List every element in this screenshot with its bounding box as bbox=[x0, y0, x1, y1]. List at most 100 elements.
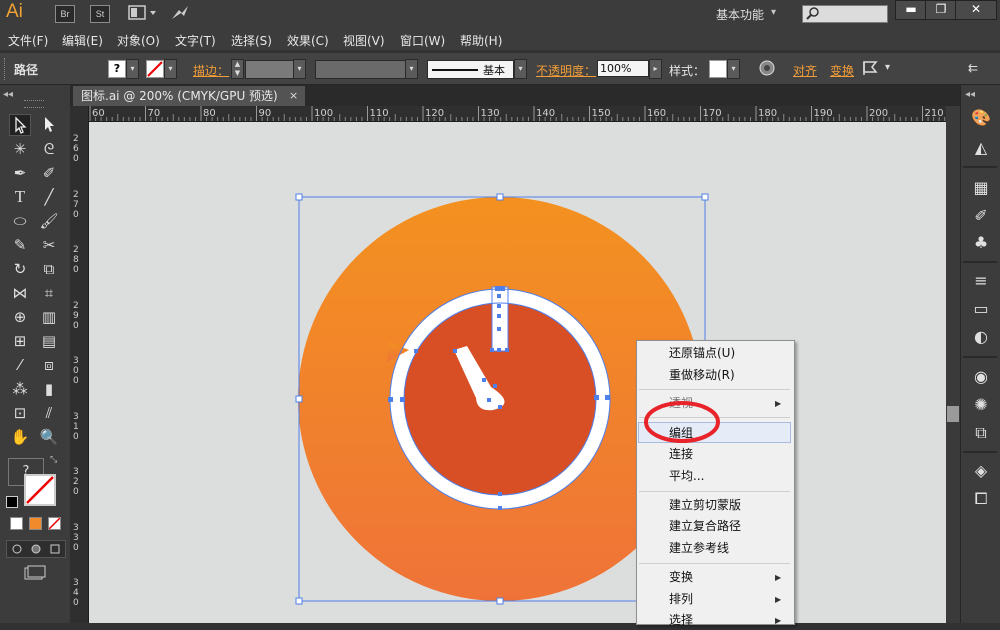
pencil-tool-icon[interactable]: ✎ bbox=[9, 234, 31, 256]
scrollbar-thumb[interactable] bbox=[947, 406, 959, 422]
color-panel-icon[interactable]: 🎨 bbox=[970, 107, 992, 129]
zoom-tool-icon[interactable]: 🔍 bbox=[38, 426, 60, 448]
stroke-weight-link[interactable]: 描边： bbox=[193, 62, 229, 79]
stroke-swatch[interactable] bbox=[146, 60, 164, 78]
vertical-scrollbar[interactable] bbox=[946, 106, 960, 623]
chevron-down-icon[interactable]: ▾ bbox=[771, 7, 776, 18]
graphic-style-swatch[interactable] bbox=[709, 60, 727, 78]
eyedropper-tool-icon[interactable]: ⁄ bbox=[9, 354, 31, 376]
transform-link[interactable]: 变换 bbox=[830, 62, 854, 79]
context-menu-item-average[interactable]: 平均... bbox=[669, 466, 704, 486]
context-menu-item-arrange[interactable]: 排列 bbox=[669, 589, 693, 609]
close-button[interactable]: ✕ bbox=[955, 0, 997, 20]
opacity-input[interactable]: 100% bbox=[597, 60, 649, 77]
slice-tool-icon[interactable]: ⫽ bbox=[38, 402, 60, 424]
minimize-button[interactable]: ▬ bbox=[895, 0, 927, 20]
transparency-panel-icon[interactable]: ◐ bbox=[970, 326, 992, 348]
pen-tool-icon[interactable]: ✒ bbox=[9, 162, 31, 184]
variable-width-profile[interactable] bbox=[315, 60, 407, 79]
stroke-color-box[interactable] bbox=[24, 474, 56, 506]
lasso-tool-icon[interactable]: ᘓ bbox=[38, 138, 60, 160]
gradient-tool-icon[interactable]: ▤ bbox=[38, 330, 60, 352]
profile-dropdown[interactable]: ▾ bbox=[405, 59, 418, 79]
magic-wand-tool-icon[interactable]: ✳ bbox=[9, 138, 31, 160]
document-tab[interactable]: 图标.ai @ 200% (CMYK/GPU 预选) bbox=[73, 86, 305, 106]
context-menu-item-make-compound-path[interactable]: 建立复合路径 bbox=[669, 516, 741, 536]
drawing-modes[interactable] bbox=[6, 540, 66, 558]
hand-tool-icon[interactable]: ✋ bbox=[9, 426, 31, 448]
bridge-button[interactable]: Br bbox=[55, 5, 75, 23]
context-menu-item-undo-anchor[interactable]: 还原锚点(U) bbox=[669, 343, 735, 363]
graphic-styles-panel-icon[interactable]: ✺ bbox=[970, 394, 992, 416]
artboards-panel-icon[interactable]: ⧉ bbox=[970, 422, 992, 444]
menu-object[interactable]: 对象(O) bbox=[117, 32, 160, 49]
opacity-link[interactable]: 不透明度： bbox=[536, 62, 596, 79]
context-menu-item-make-guides[interactable]: 建立参考线 bbox=[669, 538, 729, 558]
menu-window[interactable]: 窗口(W) bbox=[400, 32, 445, 49]
column-graph-tool-icon[interactable]: ▮ bbox=[38, 378, 60, 400]
line-tool-icon[interactable]: ╱ bbox=[38, 186, 60, 208]
context-menu-item-select[interactable]: 选择 bbox=[669, 610, 693, 630]
isolate-icon[interactable] bbox=[862, 60, 880, 76]
context-menu-item-redo-move[interactable]: 重做移动(R) bbox=[669, 365, 735, 385]
menu-view[interactable]: 视图(V) bbox=[343, 32, 385, 49]
chart-tool-icon[interactable]: ▥ bbox=[38, 306, 60, 328]
ellipse-tool-icon[interactable]: ⬭ bbox=[9, 210, 31, 232]
paintbrush-tool-icon[interactable]: 🖌 bbox=[38, 210, 60, 232]
none-mode-icon[interactable] bbox=[48, 517, 61, 530]
width-tool-icon[interactable]: ⋈ bbox=[9, 282, 31, 304]
expand-panels-icon[interactable]: ◂◂ bbox=[965, 89, 975, 100]
color-guide-icon[interactable]: ◭ bbox=[970, 137, 992, 159]
stroke-dropdown[interactable]: ▾ bbox=[164, 59, 177, 79]
menu-select[interactable]: 选择(S) bbox=[231, 32, 272, 49]
stroke-panel-icon[interactable]: ≡ bbox=[970, 270, 992, 292]
type-tool-icon[interactable]: T bbox=[9, 186, 31, 208]
curvature-tool-icon[interactable]: ✐ bbox=[38, 162, 60, 184]
menu-type[interactable]: 文字(T) bbox=[175, 32, 216, 49]
gradient-mode-icon[interactable] bbox=[29, 517, 42, 530]
workspace-switcher[interactable]: 基本功能 bbox=[716, 6, 764, 23]
swatches-panel-icon[interactable]: ▦ bbox=[970, 177, 992, 199]
collapse-tools-icon[interactable]: ◂◂ bbox=[3, 89, 13, 100]
arrange-documents-button[interactable] bbox=[128, 5, 158, 21]
brushes-panel-icon[interactable]: ✐ bbox=[970, 205, 992, 227]
free-transform-tool-icon[interactable]: ⌗ bbox=[38, 282, 60, 304]
graphic-style-dropdown[interactable]: ▾ bbox=[727, 59, 740, 79]
mesh-tool-icon[interactable]: ⊞ bbox=[9, 330, 31, 352]
fill-dropdown[interactable]: ▾ bbox=[126, 59, 139, 79]
artboard-tool-icon[interactable]: ⊡ bbox=[9, 402, 31, 424]
brush-dropdown[interactable]: ▾ bbox=[514, 59, 527, 79]
horizontal-ruler[interactable]: 60 70 80 90 100 110 120 130 140 150 160 170 180 190 20… bbox=[88, 106, 973, 122]
swap-colors-icon[interactable]: ⤡ bbox=[50, 455, 57, 465]
color-mode-icon[interactable] bbox=[10, 517, 23, 530]
fill-swatch[interactable]: ? bbox=[108, 60, 126, 78]
context-menu-item-make-clipping-mask[interactable]: 建立剪切蒙版 bbox=[669, 495, 741, 515]
align-link[interactable]: 对齐 bbox=[793, 62, 817, 79]
default-colors-icon[interactable] bbox=[6, 496, 18, 508]
opacity-slider-toggle[interactable]: ▸ bbox=[649, 59, 662, 79]
menu-help[interactable]: 帮助(H) bbox=[460, 32, 502, 49]
stroke-weight-input[interactable] bbox=[245, 60, 295, 79]
menu-edit[interactable]: 编辑(E) bbox=[62, 32, 103, 49]
menu-file[interactable]: 文件(F) bbox=[8, 32, 48, 49]
context-menu-item-transform[interactable]: 变换 bbox=[669, 567, 693, 587]
menu-effect[interactable]: 效果(C) bbox=[287, 32, 329, 49]
symbol-sprayer-tool-icon[interactable]: ⁂ bbox=[9, 378, 31, 400]
gradient-panel-icon[interactable]: ▭ bbox=[970, 298, 992, 320]
recolor-icon[interactable] bbox=[758, 59, 776, 77]
screen-mode-icon[interactable] bbox=[24, 565, 46, 581]
symbols-panel-icon[interactable]: ♣ bbox=[970, 232, 992, 254]
artboard-canvas[interactable] bbox=[89, 122, 946, 623]
restore-button[interactable]: ❐ bbox=[925, 0, 957, 20]
artboard-navigator-icon[interactable]: ⧠ bbox=[970, 488, 992, 510]
scissors-tool-icon[interactable]: ✂ bbox=[38, 234, 60, 256]
close-tab-icon[interactable]: × bbox=[289, 89, 298, 102]
appearance-panel-icon[interactable]: ◉ bbox=[970, 366, 992, 388]
shape-builder-tool-icon[interactable]: ⊕ bbox=[9, 306, 31, 328]
vertical-ruler[interactable]: 2 6 0 2 7 0 2 8 0 2 9 0 3 0 0 3 1 0 3 2 0 3 3 0… bbox=[70, 106, 89, 623]
stroke-weight-dropdown[interactable]: ▾ bbox=[293, 59, 306, 79]
selection-tool-icon[interactable] bbox=[9, 114, 31, 136]
rotate-tool-icon[interactable]: ↻ bbox=[9, 258, 31, 280]
sync-icon[interactable] bbox=[170, 4, 190, 22]
stroke-weight-stepper[interactable]: ▲ ▼ bbox=[231, 59, 244, 79]
